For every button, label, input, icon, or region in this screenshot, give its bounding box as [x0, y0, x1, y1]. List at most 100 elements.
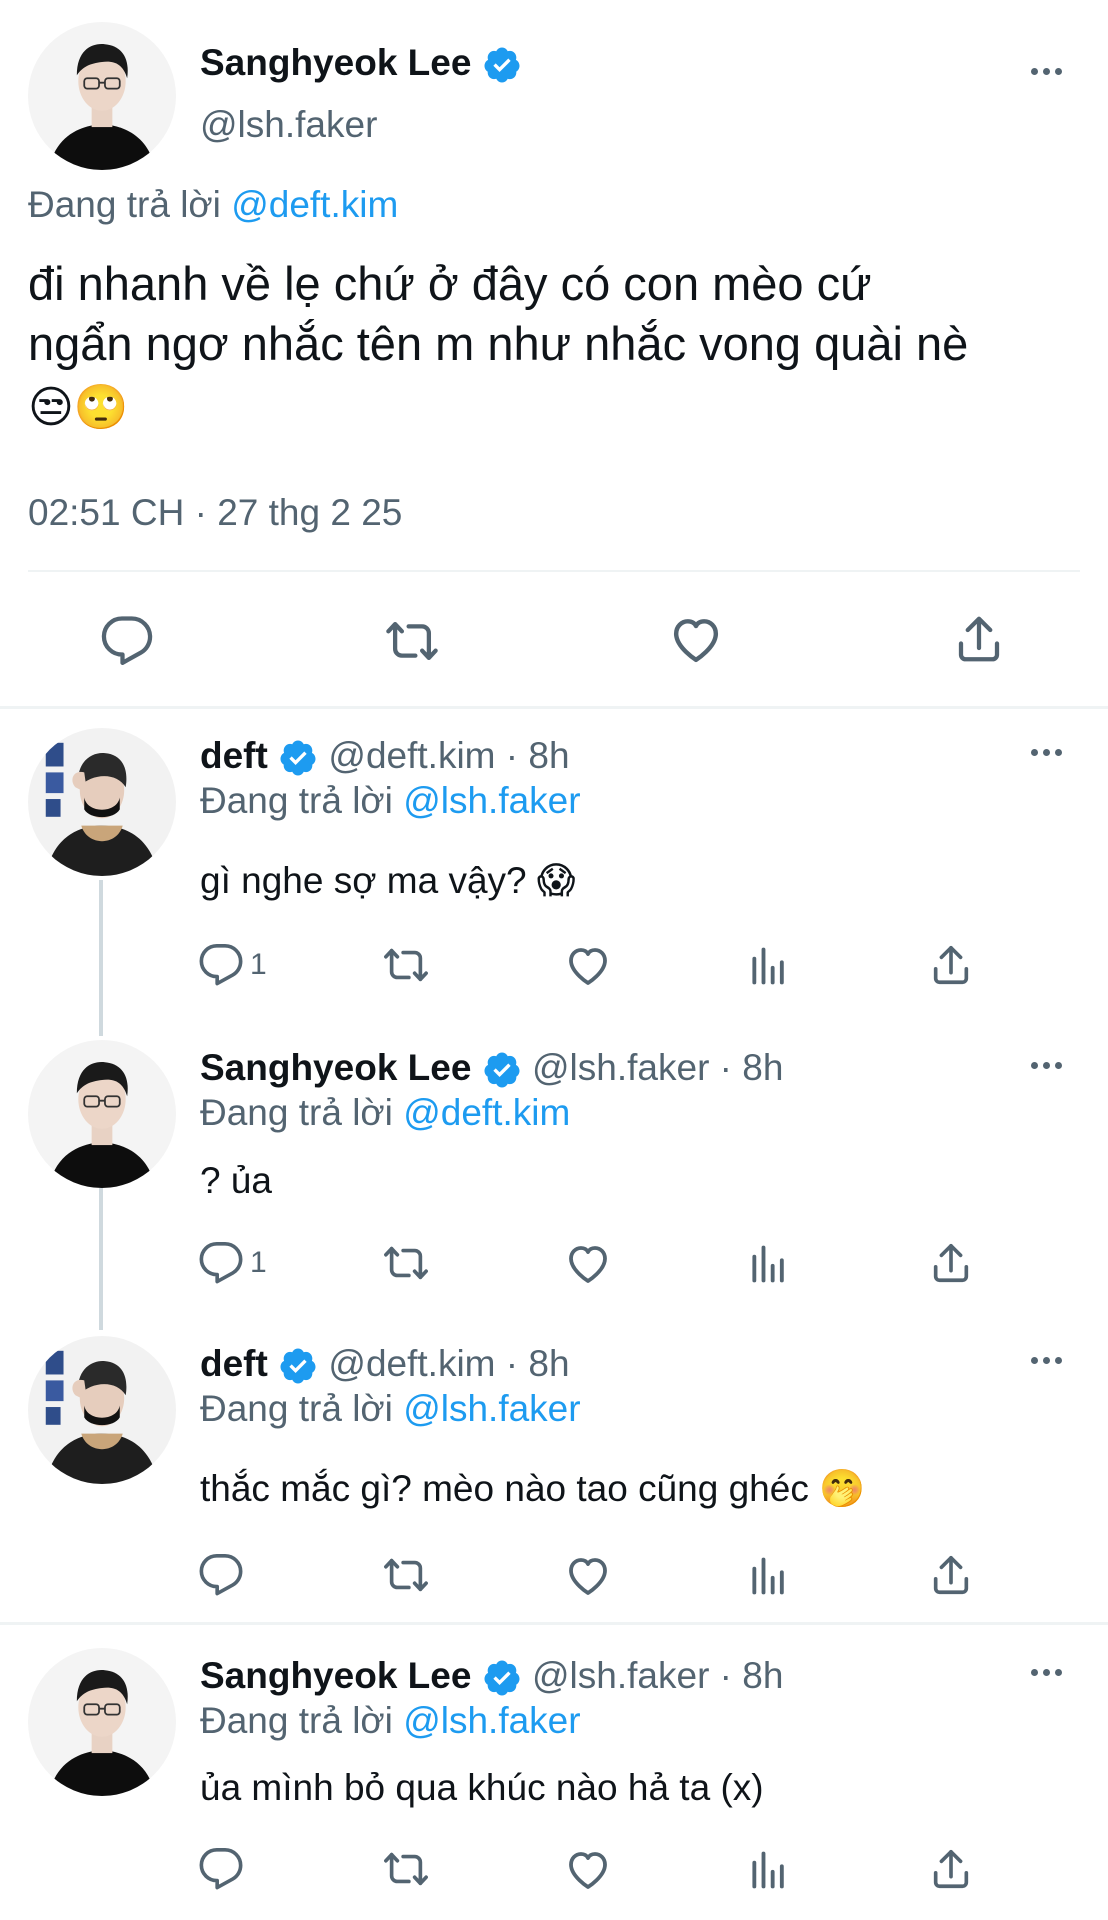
- author-name[interactable]: deft: [200, 735, 268, 776]
- reply-icon: [198, 942, 244, 988]
- thread-line: [99, 880, 103, 1036]
- tweet-text-line: ngẩn ngơ nhắc tên m như nhắc vong quài n…: [28, 317, 969, 370]
- avatar[interactable]: [28, 728, 176, 876]
- replying-label: Đang trả lời: [200, 1092, 393, 1133]
- views-button[interactable]: [747, 1554, 791, 1598]
- tweet-text-line: đi nhanh về lẹ chứ ở đây có con mèo cứ: [28, 257, 872, 310]
- more-icon[interactable]: [1031, 1669, 1062, 1676]
- like-icon: [564, 942, 612, 990]
- avatar-image: [28, 1648, 176, 1796]
- author-handle[interactable]: @deft.kim: [328, 735, 495, 776]
- share-button[interactable]: [928, 1552, 974, 1598]
- reply-icon: [198, 1240, 244, 1286]
- more-icon[interactable]: [1031, 1062, 1062, 1069]
- author-line: deft @deft.kim · 8h: [200, 733, 570, 779]
- reply-icon: [100, 614, 154, 668]
- avatar[interactable]: [28, 1040, 176, 1188]
- author-name[interactable]: Sanghyeok Lee: [200, 42, 471, 83]
- views-button[interactable]: [747, 1242, 791, 1286]
- retweet-button[interactable]: [380, 1240, 432, 1286]
- retweet-icon: [380, 1846, 432, 1892]
- retweet-button[interactable]: [380, 942, 432, 988]
- tweet-text: thắc mắc gì? mèo nào tao cũng ghéc 🤭: [200, 1468, 866, 1509]
- section-divider: [0, 706, 1108, 709]
- like-button[interactable]: [564, 942, 612, 990]
- tweet-timestamp[interactable]: 02:51 CH · 27 thg 2 25: [28, 490, 402, 536]
- replying-to: Đang trả lời @deft.kim: [28, 182, 398, 228]
- avatar[interactable]: [28, 1336, 176, 1484]
- retweet-icon: [382, 614, 442, 668]
- like-button[interactable]: [564, 1240, 612, 1288]
- share-button[interactable]: [928, 1240, 974, 1286]
- tweet-text: ủa mình bỏ qua khúc nào hả ta (x): [200, 1767, 764, 1808]
- retweet-icon: [380, 1552, 432, 1598]
- reply-button[interactable]: 1: [198, 942, 267, 988]
- author-name[interactable]: deft: [200, 1343, 268, 1384]
- author-handle[interactable]: @deft.kim: [328, 1343, 495, 1384]
- views-button[interactable]: [747, 1848, 791, 1892]
- like-icon: [668, 612, 724, 668]
- tweet-emojis: 😒🙄: [28, 383, 129, 432]
- reply-button[interactable]: 1: [198, 1240, 267, 1286]
- like-icon: [564, 1552, 612, 1600]
- share-icon: [928, 1240, 974, 1286]
- avatar-image: [28, 22, 176, 170]
- retweet-button[interactable]: [380, 1552, 432, 1598]
- views-button[interactable]: [747, 944, 791, 988]
- share-button[interactable]: [952, 612, 1006, 666]
- reply-button[interactable]: [198, 1846, 250, 1892]
- more-icon[interactable]: [1031, 1357, 1062, 1364]
- retweet-button[interactable]: [380, 1846, 432, 1892]
- tweet-time: · 8h: [495, 735, 570, 776]
- like-button[interactable]: [668, 612, 724, 668]
- author-line: Sanghyeok Lee: [200, 40, 522, 86]
- share-button[interactable]: [928, 942, 974, 988]
- replying-label: Đang trả lời: [200, 780, 393, 821]
- more-icon[interactable]: [1031, 68, 1062, 75]
- author-handle[interactable]: @lsh.faker: [200, 102, 377, 148]
- views-icon: [747, 944, 791, 988]
- reply-icon: [198, 1552, 244, 1598]
- replying-label: Đang trả lời: [28, 184, 221, 225]
- avatar-image: [28, 1040, 176, 1188]
- share-icon: [928, 1846, 974, 1892]
- reply-button[interactable]: [100, 614, 154, 668]
- like-button[interactable]: [564, 1552, 612, 1600]
- thread-line: [99, 1188, 103, 1330]
- replying-label: Đang trả lời: [200, 1700, 393, 1741]
- avatar[interactable]: [28, 22, 176, 170]
- like-button[interactable]: [564, 1846, 612, 1894]
- tweet-time: · 8h: [709, 1655, 784, 1696]
- more-icon[interactable]: [1031, 749, 1062, 756]
- author-line: Sanghyeok Lee @lsh.faker · 8h: [200, 1045, 783, 1091]
- retweet-icon: [380, 1240, 432, 1286]
- share-icon: [952, 612, 1006, 666]
- replying-to-link[interactable]: @lsh.faker: [403, 780, 580, 821]
- verified-badge-icon: [278, 738, 318, 778]
- tweet-text: ? ủa: [200, 1160, 273, 1201]
- verified-badge-icon: [278, 1346, 318, 1386]
- reply-count: 1: [250, 1246, 267, 1279]
- divider: [28, 570, 1080, 572]
- replying-to-link[interactable]: @lsh.faker: [403, 1700, 580, 1741]
- retweet-button[interactable]: [382, 614, 442, 668]
- avatar-image: [28, 1336, 176, 1484]
- reply-button[interactable]: [198, 1552, 250, 1598]
- views-icon: [747, 1848, 791, 1892]
- replying-to: Đang trả lời @lsh.faker: [200, 778, 581, 824]
- replying-to-link[interactable]: @lsh.faker: [403, 1388, 580, 1429]
- replying-to-link[interactable]: @deft.kim: [403, 1092, 570, 1133]
- reply-count: 1: [250, 948, 267, 981]
- like-icon: [564, 1240, 612, 1288]
- share-button[interactable]: [928, 1846, 974, 1892]
- author-handle[interactable]: @lsh.faker: [532, 1655, 709, 1696]
- share-icon: [928, 942, 974, 988]
- replying-to: Đang trả lời @deft.kim: [200, 1090, 570, 1136]
- author-name[interactable]: Sanghyeok Lee: [200, 1655, 471, 1696]
- like-icon: [564, 1846, 612, 1894]
- author-name[interactable]: Sanghyeok Lee: [200, 1047, 471, 1088]
- replying-label: Đang trả lời: [200, 1388, 393, 1429]
- author-handle[interactable]: @lsh.faker: [532, 1047, 709, 1088]
- replying-to-link[interactable]: @deft.kim: [231, 184, 398, 225]
- avatar[interactable]: [28, 1648, 176, 1796]
